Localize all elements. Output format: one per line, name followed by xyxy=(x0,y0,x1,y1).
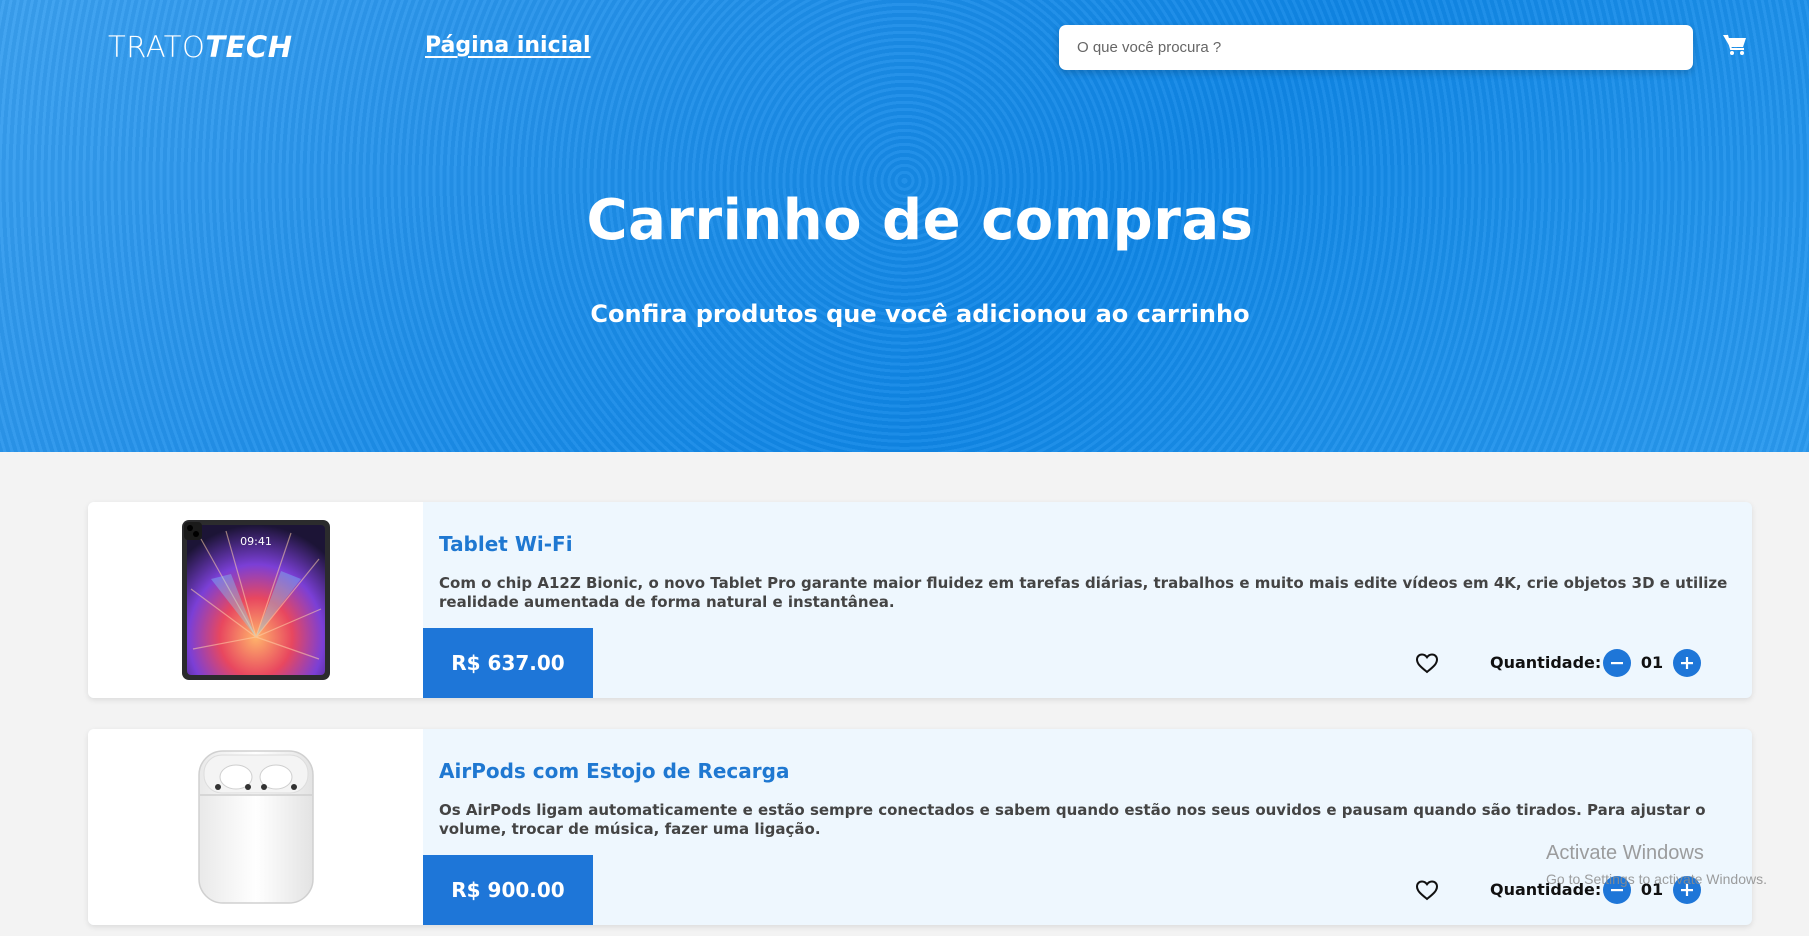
product-image-container: 09:41 xyxy=(88,502,423,698)
quantity-value: 01 xyxy=(1640,653,1664,672)
tablet-image: 09:41 xyxy=(181,520,330,680)
product-description: Com o chip A12Z Bionic, o novo Tablet Pr… xyxy=(439,574,1728,611)
logo-part1: TRATO xyxy=(108,30,206,64)
page-title: Carrinho de compras xyxy=(586,188,1254,253)
decrease-quantity-button[interactable] xyxy=(1603,649,1631,677)
hero-banner: TRATOTECH Página inicial Carrinho de com… xyxy=(0,0,1809,452)
product-image-container xyxy=(88,729,423,925)
product-description: Os AirPods ligam automaticamente e estão… xyxy=(439,801,1706,838)
cart-item: AirPods com Estojo de Recarga Os AirPods… xyxy=(88,729,1752,925)
search-input[interactable] xyxy=(1077,39,1693,56)
airpods-image xyxy=(197,750,314,904)
page-subtitle: Confira produtos que você adicionou ao c… xyxy=(590,300,1250,328)
product-price[interactable]: R$ 900.00 xyxy=(423,855,593,925)
increase-quantity-button[interactable] xyxy=(1673,649,1701,677)
plus-icon xyxy=(1681,657,1693,669)
heart-icon[interactable] xyxy=(1415,879,1439,901)
nav-home-link[interactable]: Página inicial xyxy=(425,33,591,58)
cart-item: 09:41 Tablet Wi-Fi Com o chip A12Z Bioni… xyxy=(88,502,1752,698)
watermark-subtitle: Go to Settings to activate Windows. xyxy=(1546,871,1767,887)
tablet-screen-time: 09:41 xyxy=(240,535,272,548)
search-bar[interactable] xyxy=(1059,25,1693,70)
cart-icon[interactable] xyxy=(1722,33,1748,57)
product-price[interactable]: R$ 637.00 xyxy=(423,628,593,698)
product-title[interactable]: AirPods com Estojo de Recarga xyxy=(439,759,789,783)
windows-activation-watermark: Activate Windows Go to Settings to activ… xyxy=(1546,842,1767,887)
logo-part2: TECH xyxy=(205,30,293,64)
minus-icon xyxy=(1611,662,1623,665)
heart-icon[interactable] xyxy=(1415,652,1439,674)
watermark-title: Activate Windows xyxy=(1546,842,1704,864)
logo[interactable]: TRATOTECH xyxy=(108,30,292,64)
product-title[interactable]: Tablet Wi-Fi xyxy=(439,532,573,556)
quantity-label: Quantidade: xyxy=(1490,653,1602,672)
